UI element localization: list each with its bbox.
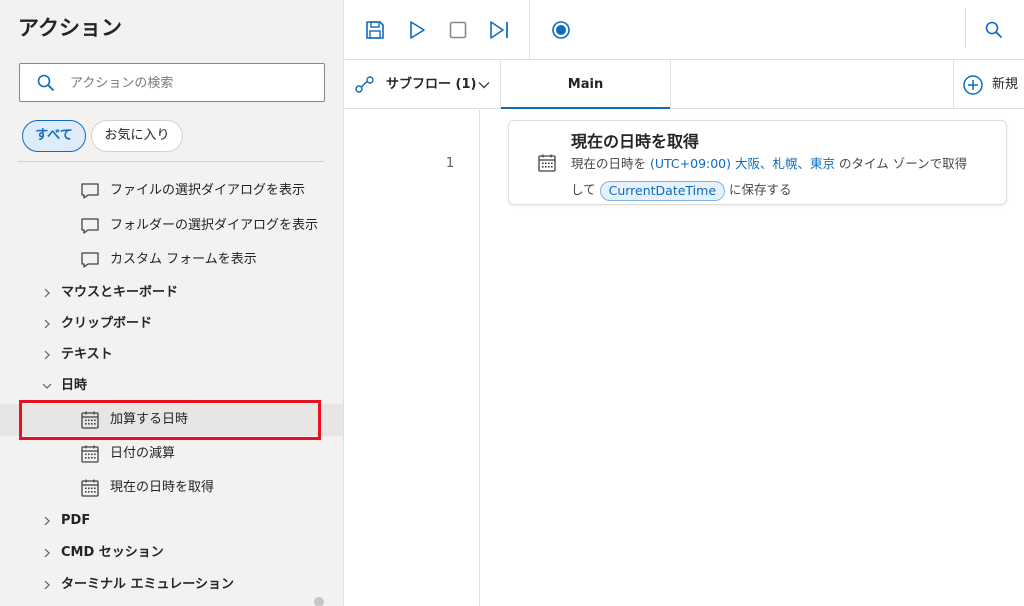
group-terminal-emulation[interactable]: ターミナル エミュレーション	[0, 570, 343, 600]
chevron-right-icon	[44, 350, 50, 360]
line-number: 1	[445, 156, 455, 171]
flow-step-description: 現在の日時を (UTC+09:00) 大阪、札幌、東京 のタイム ゾーンで取得し…	[571, 151, 996, 203]
dialog-icon	[81, 252, 99, 268]
group-cmd-session[interactable]: CMD セッション	[0, 538, 343, 568]
group-label: ターミナル エミュレーション	[61, 577, 235, 592]
scrollbar-thumb[interactable]	[314, 597, 324, 606]
filter-favorites-button[interactable]: お気に入り	[91, 120, 183, 152]
chevron-down-icon	[42, 383, 52, 389]
chevron-down-icon	[478, 82, 490, 89]
tab-main[interactable]: Main	[501, 60, 670, 109]
toolbar-divider	[529, 0, 530, 60]
dialog-icon	[81, 218, 99, 234]
chevron-right-icon	[44, 288, 50, 298]
group-text[interactable]: テキスト	[0, 340, 343, 370]
action-item-get-current-datetime[interactable]: 現在の日時を取得	[0, 472, 343, 504]
group-label: 日時	[61, 378, 88, 393]
group-datetime[interactable]: 日時	[0, 371, 343, 401]
calendar-icon	[81, 411, 99, 429]
action-search-input[interactable]	[70, 72, 310, 94]
new-subflow-button[interactable]: 新規	[962, 60, 1024, 109]
line-gutter-divider	[479, 110, 480, 606]
search-icon	[985, 21, 1002, 38]
flow-canvas: 1 現在の日時を取得 現在の日時を (UTC+09:00) 大阪、札幌、東京 の…	[345, 110, 1024, 606]
subflow-icon	[355, 76, 374, 93]
toolbar	[345, 0, 1024, 60]
tab-main-label: Main	[567, 77, 604, 92]
power-automate-designer: アクション すべて お気に入り ファイルの選択ダイアログを表示 フォルダーの選択…	[0, 0, 1024, 606]
flow-step-title: 現在の日時を取得	[571, 132, 700, 151]
subflows-label: サブフロー (1)	[386, 77, 477, 92]
search-button[interactable]	[981, 17, 1007, 43]
flow-designer: サブフロー (1) Main 新規 1 現在の日時を取得 現在の日時を (UTC…	[345, 0, 1024, 606]
toolbar-divider	[965, 8, 966, 48]
group-mouse-keyboard[interactable]: マウスとキーボード	[0, 278, 343, 308]
group-clipboard[interactable]: クリップボード	[0, 309, 343, 339]
stop-button[interactable]	[445, 17, 471, 43]
action-item-label: カスタム フォームを表示	[110, 252, 257, 267]
desc-text: のタイム ゾーンで取得	[835, 156, 968, 171]
stop-icon	[449, 21, 467, 39]
plus-circle-icon	[963, 75, 983, 95]
action-item-label: ファイルの選択ダイアログを表示	[110, 183, 306, 198]
chevron-right-icon	[44, 319, 50, 329]
action-item-file-select-dialog[interactable]: ファイルの選択ダイアログを表示	[0, 175, 343, 207]
action-item-label: 日付の減算	[110, 446, 176, 461]
desc-text: 現在の日時を	[571, 156, 650, 171]
action-item-label: 加算する日時	[110, 412, 189, 427]
run-next-action-button[interactable]	[486, 17, 512, 43]
variable-pill[interactable]: CurrentDateTime	[599, 180, 726, 201]
group-label: CMD セッション	[61, 545, 164, 560]
action-item-folder-select-dialog[interactable]: フォルダーの選択ダイアログを表示	[0, 210, 343, 242]
timezone-value: (UTC+09:00) 大阪、札幌、東京	[649, 156, 835, 171]
action-item-add-datetime[interactable]: 加算する日時	[0, 404, 343, 436]
tab-divider	[670, 60, 671, 109]
active-tab-indicator	[501, 107, 670, 109]
filter-all-button[interactable]: すべて	[22, 120, 86, 152]
save-icon	[366, 21, 384, 39]
chevron-right-icon	[44, 516, 50, 526]
run-button[interactable]	[404, 17, 430, 43]
save-button[interactable]	[362, 17, 388, 43]
group-label: クリップボード	[61, 316, 153, 331]
group-pdf[interactable]: PDF	[0, 506, 343, 536]
action-item-label: 現在の日時を取得	[110, 480, 215, 495]
action-item-subtract-dates[interactable]: 日付の減算	[0, 438, 343, 470]
flow-step-card[interactable]: 現在の日時を取得 現在の日時を (UTC+09:00) 大阪、札幌、東京 のタイ…	[508, 120, 1007, 205]
actions-pane: アクション すべて お気に入り ファイルの選択ダイアログを表示 フォルダーの選択…	[0, 0, 344, 606]
group-label: マウスとキーボード	[61, 285, 179, 300]
record-button[interactable]	[548, 17, 574, 43]
chevron-right-icon	[44, 548, 50, 558]
record-icon	[552, 21, 570, 39]
run-icon	[410, 21, 425, 39]
group-label: テキスト	[61, 347, 113, 362]
actions-pane-title: アクション	[18, 16, 122, 40]
desc-text: に保存する	[725, 182, 792, 197]
calendar-icon	[81, 479, 99, 497]
action-search-box[interactable]	[19, 63, 325, 102]
tab-divider	[953, 60, 954, 109]
new-subflow-label: 新規	[992, 77, 1019, 92]
calendar-icon	[81, 445, 99, 463]
search-icon	[37, 74, 54, 91]
action-item-label: フォルダーの選択ダイアログを表示	[110, 218, 319, 233]
filter-divider	[18, 161, 324, 162]
group-label: PDF	[61, 513, 91, 528]
action-item-custom-form[interactable]: カスタム フォームを表示	[0, 244, 343, 276]
chevron-right-icon	[44, 580, 50, 590]
subflows-dropdown[interactable]: サブフロー (1)	[355, 60, 499, 108]
desc-text: して	[571, 182, 600, 197]
step-icon	[490, 21, 508, 39]
dialog-icon	[81, 183, 99, 199]
subflow-tabs: サブフロー (1) Main 新規	[345, 60, 1024, 109]
calendar-icon	[538, 154, 556, 172]
